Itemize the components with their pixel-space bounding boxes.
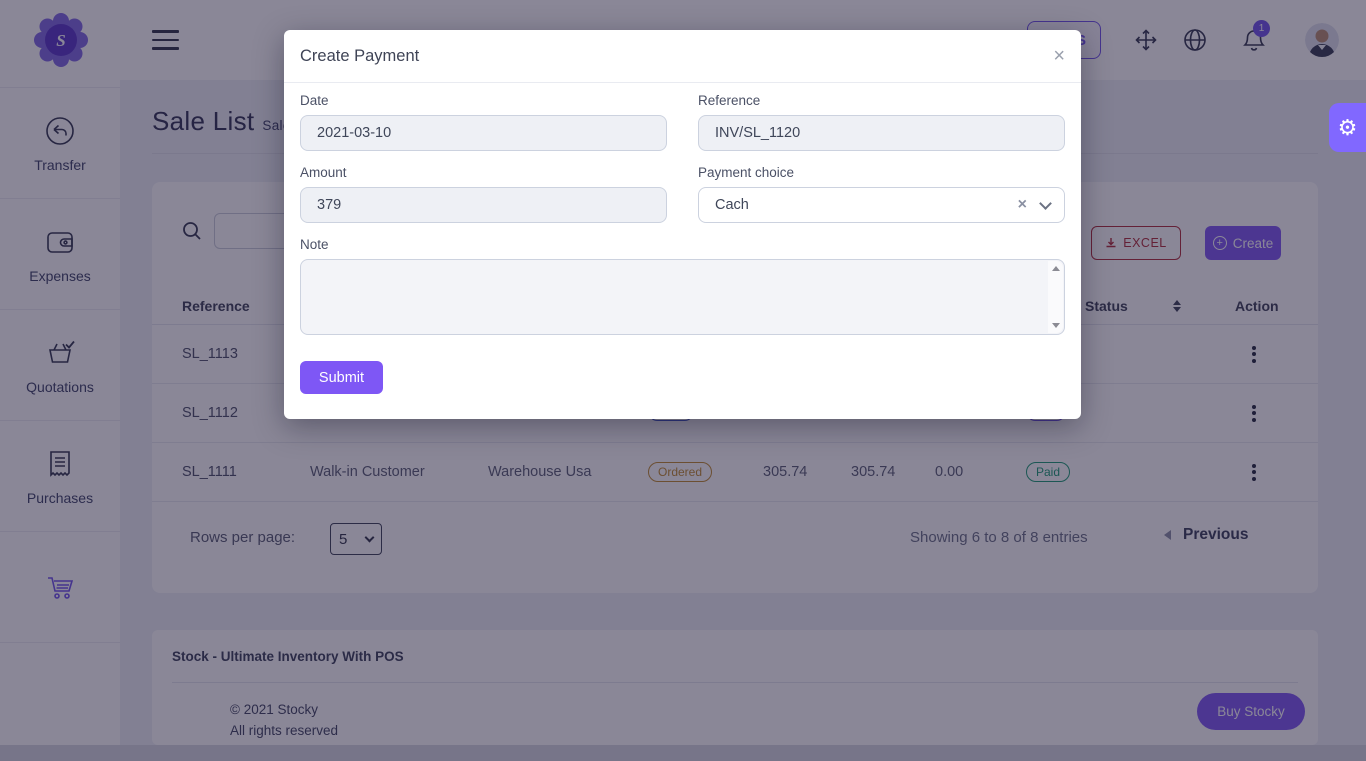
modal-header: Create Payment × xyxy=(284,30,1081,83)
date-input[interactable] xyxy=(300,115,667,151)
payment-choice-select[interactable]: Cach × xyxy=(698,187,1065,223)
textarea-scrollbar[interactable] xyxy=(1048,261,1063,333)
payment-choice-label: Payment choice xyxy=(698,165,1065,180)
close-icon[interactable]: × xyxy=(1053,46,1065,66)
note-field-wrap xyxy=(300,259,1065,335)
chevron-down-icon xyxy=(1039,197,1052,210)
reference-input[interactable] xyxy=(698,115,1065,151)
gear-icon: ⚙ xyxy=(1338,115,1358,141)
submit-button[interactable]: Submit xyxy=(300,361,383,394)
amount-input[interactable] xyxy=(300,187,667,223)
scroll-down-icon[interactable] xyxy=(1052,323,1060,328)
create-payment-modal: Create Payment × Date Reference Amount P… xyxy=(284,30,1081,419)
modal-title: Create Payment xyxy=(300,47,419,66)
clear-selection-icon[interactable]: × xyxy=(1018,196,1027,214)
settings-gear-button[interactable]: ⚙ xyxy=(1329,103,1366,152)
note-textarea[interactable] xyxy=(301,260,1049,334)
date-label: Date xyxy=(300,93,667,108)
scroll-up-icon[interactable] xyxy=(1052,266,1060,271)
note-label: Note xyxy=(300,237,1065,252)
amount-label: Amount xyxy=(300,165,667,180)
reference-label: Reference xyxy=(698,93,1065,108)
